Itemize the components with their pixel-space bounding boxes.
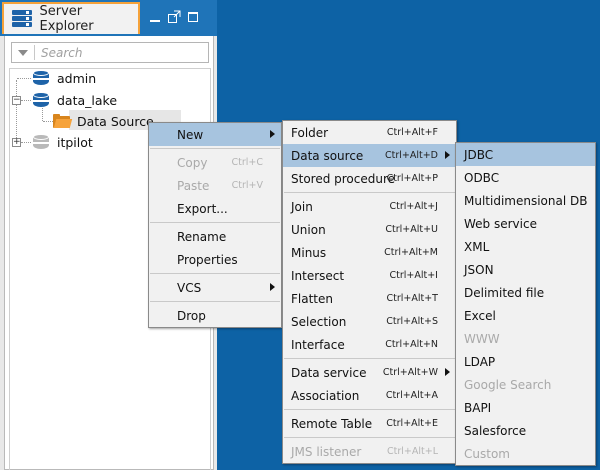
menu-item-json[interactable]: JSON	[456, 258, 595, 281]
menu-item-minus[interactable]: Minus Ctrl+Alt+M	[283, 241, 456, 264]
menu-item-web-service[interactable]: Web service	[456, 212, 595, 235]
menu-item-join[interactable]: Join Ctrl+Alt+J	[283, 195, 456, 218]
menu-item-odbc[interactable]: ODBC	[456, 166, 595, 189]
tab-label: Server Explorer	[39, 4, 94, 34]
menu-item-ldap[interactable]: LDAP	[456, 350, 595, 373]
submenu-arrow-icon	[270, 283, 275, 291]
menu-item-union[interactable]: Union Ctrl+Alt+U	[283, 218, 456, 241]
context-menu: New Copy Ctrl+C Paste Ctrl+V Export... Ren…	[148, 122, 282, 328]
search-field[interactable]: Search	[11, 42, 209, 63]
menu-item-association[interactable]: Association Ctrl+Alt+A	[283, 384, 456, 407]
menu-item-excel[interactable]: Excel	[456, 304, 595, 327]
submenu-arrow-icon	[445, 151, 450, 159]
menu-item-xml[interactable]: XML	[456, 235, 595, 258]
menu-item-stored-procedure[interactable]: Stored procedure Ctrl+Alt+P	[283, 167, 456, 190]
menu-item-new[interactable]: New	[149, 123, 281, 146]
collapse-icon[interactable]: −	[12, 96, 21, 105]
menu-item-export[interactable]: Export...	[149, 197, 281, 220]
menu-item-delimited-file[interactable]: Delimited file	[456, 281, 595, 304]
menu-item-www: WWW	[464, 331, 500, 346]
menu-item-salesforce[interactable]: Salesforce	[456, 419, 595, 442]
menu-item-rename[interactable]: Rename	[149, 225, 281, 248]
database-icon	[33, 91, 49, 109]
minimize-icon[interactable]	[148, 10, 162, 24]
panel-header: Server Explorer	[0, 0, 217, 36]
database-icon	[33, 69, 49, 87]
maximize-icon[interactable]	[186, 10, 200, 24]
data-source-submenu: JDBC ODBC Multidimensional DB Web servic…	[455, 142, 596, 466]
menu-item-bapi[interactable]: BAPI	[456, 396, 595, 419]
search-placeholder: Search	[41, 45, 83, 60]
menu-item-custom: Custom	[464, 446, 510, 461]
server-icon	[12, 10, 32, 28]
undock-icon[interactable]	[167, 10, 181, 24]
tree-node-data-source[interactable]: Data Source	[53, 111, 154, 131]
menu-item-remote-table[interactable]: Remote Table Ctrl+Alt+E	[283, 412, 456, 435]
menu-item-jdbc[interactable]: JDBC	[456, 143, 595, 166]
menu-item-data-service[interactable]: Data service Ctrl+Alt+W	[283, 361, 456, 384]
new-submenu: Folder Ctrl+Alt+F Data source Ctrl+Alt+D S…	[282, 120, 457, 464]
menu-item-paste: Paste Ctrl+V	[177, 178, 263, 193]
menu-item-multidimensional-db[interactable]: Multidimensional DB	[456, 189, 595, 212]
menu-item-vcs[interactable]: VCS	[149, 276, 281, 299]
menu-item-jms-listener: JMS listener Ctrl+Alt+L	[291, 444, 438, 459]
menu-item-flatten[interactable]: Flatten Ctrl+Alt+T	[283, 287, 456, 310]
tree-node-admin[interactable]: admin	[33, 68, 96, 88]
menu-item-drop[interactable]: Drop	[149, 304, 281, 327]
menu-item-google-search: Google Search	[464, 377, 552, 392]
folder-icon	[53, 114, 73, 128]
tree-node-itpilot[interactable]: itpilot	[33, 132, 93, 152]
submenu-arrow-icon	[270, 130, 275, 138]
menu-item-selection[interactable]: Selection Ctrl+Alt+S	[283, 310, 456, 333]
menu-item-copy: Copy Ctrl+C	[177, 155, 263, 170]
menu-item-folder[interactable]: Folder Ctrl+Alt+F	[283, 121, 456, 144]
submenu-arrow-icon	[445, 368, 450, 376]
expand-icon[interactable]: +	[12, 138, 21, 147]
tree-node-data-lake[interactable]: data_lake	[33, 90, 117, 110]
menu-item-interface[interactable]: Interface Ctrl+Alt+N	[283, 333, 456, 356]
search-filter-dropdown-icon[interactable]	[18, 49, 28, 56]
tab-server-explorer[interactable]: Server Explorer	[2, 2, 140, 34]
menu-item-intersect[interactable]: Intersect Ctrl+Alt+I	[283, 264, 456, 287]
database-icon	[33, 133, 49, 151]
menu-item-properties[interactable]: Properties	[149, 248, 281, 271]
menu-item-data-source[interactable]: Data source Ctrl+Alt+D	[283, 144, 456, 167]
